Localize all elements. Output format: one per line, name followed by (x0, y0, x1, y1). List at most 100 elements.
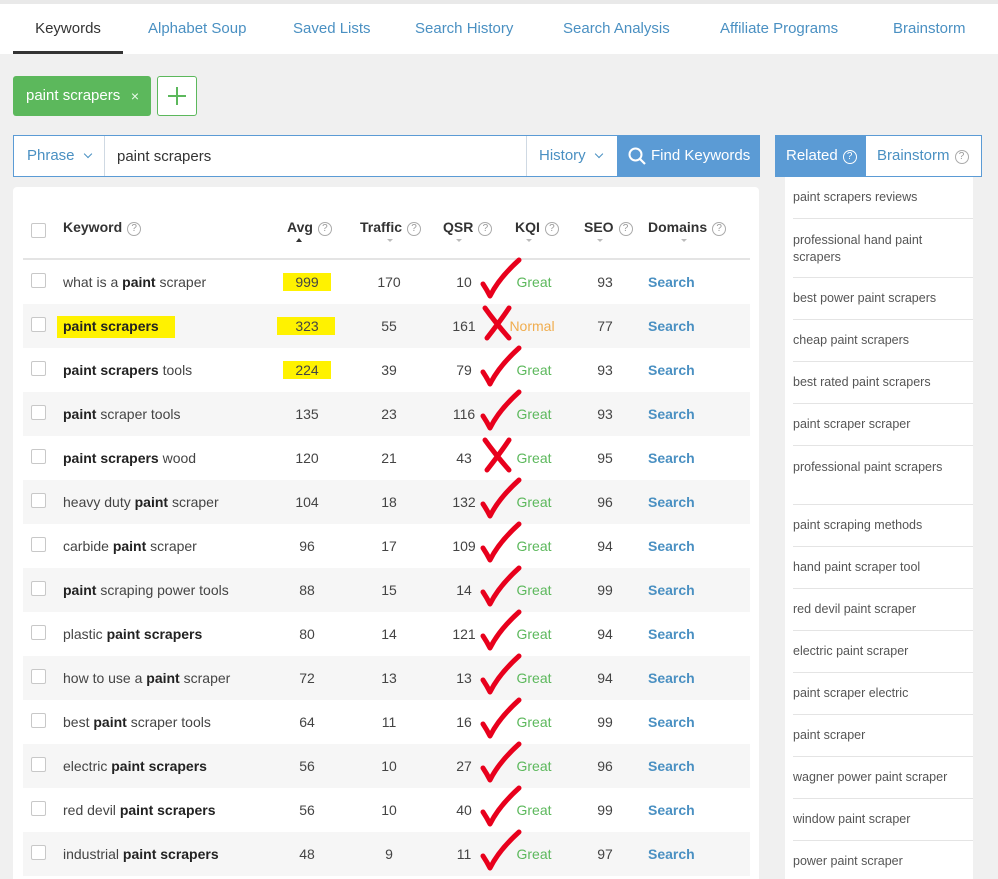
keyword-bold: paint scrapers (119, 802, 216, 818)
row-checkbox[interactable] (31, 537, 46, 552)
add-chip-button[interactable] (157, 76, 197, 116)
traffic-cell: 10 (381, 758, 397, 774)
related-item[interactable]: professional hand paint scrapers (793, 219, 973, 278)
sort-icon (456, 239, 462, 242)
row-checkbox[interactable] (31, 317, 46, 332)
domains-search-link[interactable]: Search (648, 612, 695, 656)
table-row: paint scrapers 323 55 161 Normal 77 Search (23, 304, 750, 348)
tab-affiliate-programs[interactable]: Affiliate Programs (720, 4, 838, 54)
chip-close-icon[interactable]: × (131, 76, 139, 116)
tab-saved-lists[interactable]: Saved Lists (293, 4, 371, 54)
domains-search-link[interactable]: Search (648, 348, 695, 392)
row-checkbox[interactable] (31, 625, 46, 640)
domains-search-link[interactable]: Search (648, 304, 695, 348)
col-domains[interactable]: Domains? (648, 219, 727, 242)
tab-alphabet-soup[interactable]: Alphabet Soup (148, 4, 246, 54)
related-item[interactable]: hand paint scraper tool (793, 547, 973, 589)
help-icon[interactable]: ? (712, 222, 727, 236)
help-icon[interactable]: ? (478, 222, 493, 236)
seo-cell: 93 (597, 406, 613, 422)
tab-brainstorm-label: Brainstorm (877, 147, 950, 164)
avg-cell: 80 (299, 626, 315, 642)
seo-cell: 97 (597, 846, 613, 862)
related-item[interactable]: paint scrapers reviews (793, 177, 973, 219)
domains-search-link[interactable]: Search (648, 788, 695, 832)
related-item[interactable]: paint scraper (793, 715, 973, 757)
help-icon[interactable]: ? (127, 222, 142, 236)
row-checkbox[interactable] (31, 449, 46, 464)
help-icon[interactable]: ? (842, 150, 857, 164)
domains-search-link[interactable]: Search (648, 524, 695, 568)
seo-cell: 99 (597, 802, 613, 818)
related-item[interactable]: best rated paint scrapers (793, 362, 973, 404)
related-item[interactable]: paint scraper electric (793, 673, 973, 715)
help-icon[interactable]: ? (618, 222, 633, 236)
related-item[interactable]: paint scraping methods (793, 505, 973, 547)
row-checkbox[interactable] (31, 273, 46, 288)
tab-keywords[interactable]: Keywords (13, 4, 123, 54)
search-mode-select[interactable]: Phrase (14, 136, 105, 176)
keyword-suffix: scraper tools (96, 406, 181, 422)
col-avg[interactable]: Avg? (287, 219, 332, 242)
help-icon[interactable]: ? (544, 222, 559, 236)
search-input[interactable] (106, 136, 526, 176)
tab-search-history[interactable]: Search History (415, 4, 513, 54)
related-item[interactable]: electric paint scraper (793, 631, 973, 673)
domains-search-link[interactable]: Search (648, 744, 695, 788)
kqi-cell: Great (516, 714, 552, 730)
help-icon[interactable]: ? (954, 150, 969, 164)
sort-icon (526, 239, 532, 242)
domains-search-link[interactable]: Search (648, 260, 695, 304)
row-checkbox[interactable] (31, 405, 46, 420)
row-checkbox[interactable] (31, 801, 46, 816)
col-qsr[interactable]: QSR? (443, 219, 493, 242)
related-item[interactable]: red devil paint scraper (793, 589, 973, 631)
related-item[interactable]: window paint scraper (793, 799, 973, 841)
domains-search-link[interactable]: Search (648, 568, 695, 612)
keyword-cell: electric paint scrapers (63, 744, 207, 788)
keyword-suffix: scraper (155, 274, 207, 290)
domains-search-link[interactable]: Search (648, 436, 695, 480)
col-keyword[interactable]: Keyword? (63, 219, 142, 236)
related-item[interactable]: cheap paint scrapers (793, 320, 973, 362)
row-checkbox[interactable] (31, 669, 46, 684)
keyword-chip[interactable]: paint scrapers × (13, 76, 151, 116)
domains-search-link[interactable]: Search (648, 480, 695, 524)
tab-brainstorm[interactable]: Brainstorm (893, 4, 966, 54)
row-checkbox[interactable] (31, 757, 46, 772)
keyword-cell: plastic paint scrapers (63, 612, 202, 656)
row-checkbox[interactable] (31, 713, 46, 728)
find-keywords-button[interactable]: Find Keywords (617, 135, 760, 177)
sort-icon (387, 239, 393, 242)
domains-search-link[interactable]: Search (648, 700, 695, 744)
tab-related-brainstorm[interactable]: Brainstorm? (866, 136, 969, 176)
related-item[interactable]: wagner power paint scraper (793, 757, 973, 799)
col-traffic[interactable]: Traffic? (360, 219, 422, 242)
tab-related[interactable]: Related? (775, 135, 866, 177)
help-icon[interactable]: ? (407, 222, 422, 236)
keyword-cell: red devil paint scrapers (63, 788, 216, 832)
row-checkbox[interactable] (31, 845, 46, 860)
related-item[interactable]: professional paint scrapers (793, 446, 973, 505)
keyword-bold: paint scrapers (63, 318, 159, 334)
avg-cell: 56 (299, 802, 315, 818)
qsr-cell: 10 (456, 274, 472, 290)
row-checkbox[interactable] (31, 493, 46, 508)
seo-cell: 99 (597, 582, 613, 598)
row-checkbox[interactable] (31, 581, 46, 596)
domains-search-link[interactable]: Search (648, 832, 695, 876)
keyword-suffix: scraper (168, 494, 219, 510)
domains-search-link[interactable]: Search (648, 392, 695, 436)
row-checkbox[interactable] (31, 361, 46, 376)
tab-search-analysis[interactable]: Search Analysis (563, 4, 670, 54)
related-item[interactable]: best power paint scrapers (793, 278, 973, 320)
col-kqi[interactable]: KQI? (515, 219, 559, 242)
select-all-checkbox[interactable] (31, 223, 46, 238)
history-dropdown[interactable]: History (526, 136, 617, 176)
related-item[interactable]: paint scraper scraper (793, 404, 973, 446)
domains-search-link[interactable]: Search (648, 656, 695, 700)
related-item[interactable]: power paint scraper (793, 841, 973, 879)
keyword-suffix: scraper (146, 538, 197, 554)
col-seo[interactable]: SEO? (584, 219, 633, 242)
help-icon[interactable]: ? (317, 222, 332, 236)
